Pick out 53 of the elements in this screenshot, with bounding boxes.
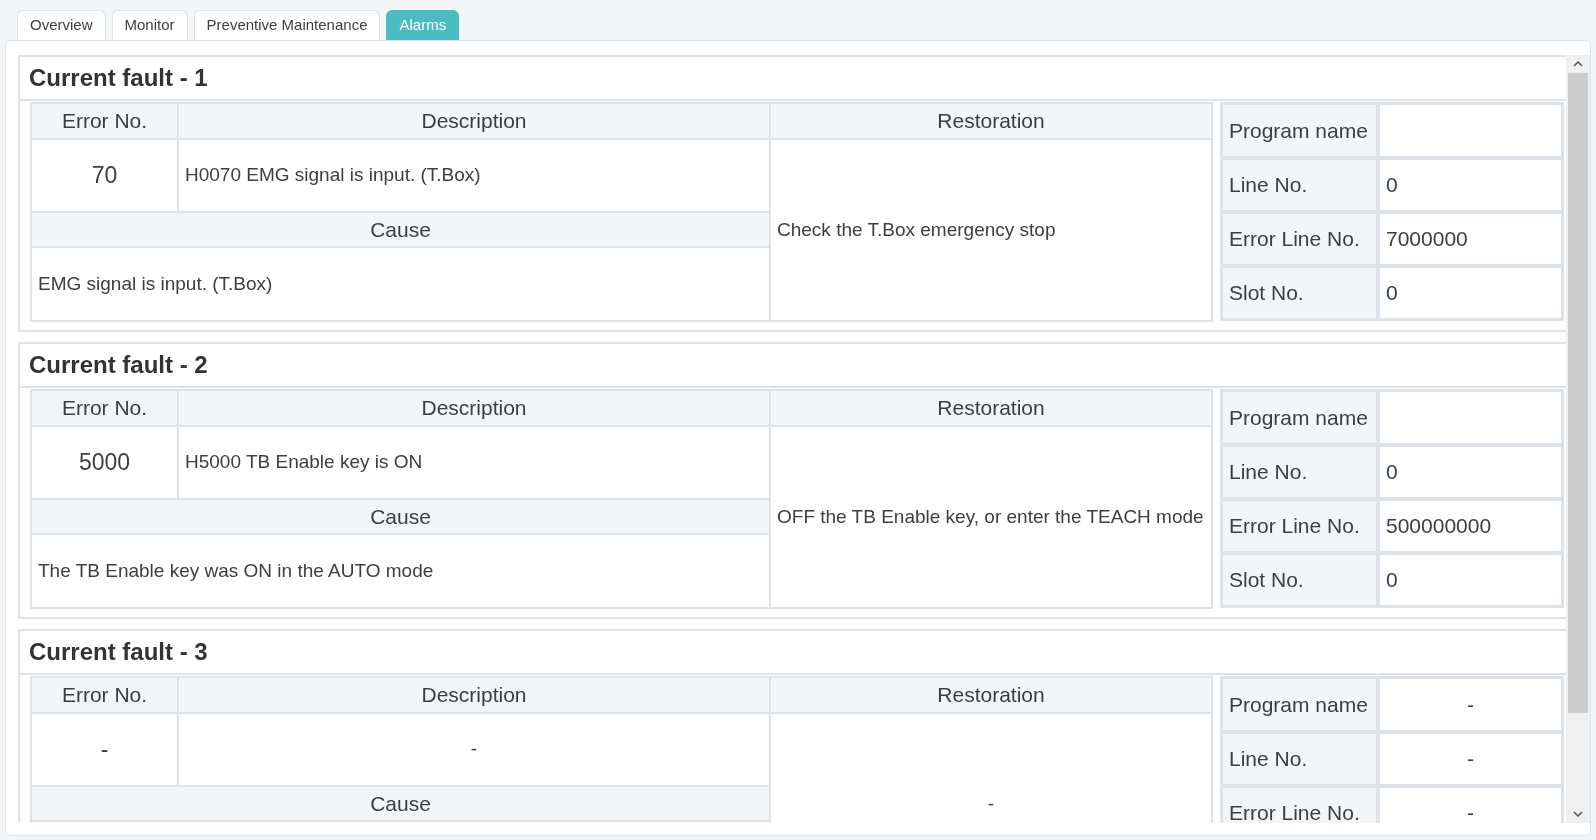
- detail-label: Line No.: [1221, 158, 1378, 212]
- scroll-down-icon[interactable]: [1573, 811, 1583, 817]
- tab[interactable]: Preventive Maintenance: [193, 10, 381, 40]
- cause-cell: The TB Enable key was ON in the AUTO mode: [31, 534, 770, 608]
- fault-title: Current fault - 1: [20, 57, 1566, 101]
- detail-value: 0: [1378, 266, 1563, 320]
- detail-value: 0: [1378, 553, 1563, 607]
- column-header: Error No.: [31, 677, 178, 713]
- fault-title: Current fault - 3: [20, 631, 1566, 675]
- column-header: Cause: [31, 212, 770, 247]
- restoration-cell: -: [770, 713, 1212, 823]
- detail-value: 0: [1378, 158, 1563, 212]
- column-header: Cause: [31, 499, 770, 534]
- tab[interactable]: Overview: [17, 10, 106, 40]
- fault-title: Current fault - 2: [20, 344, 1566, 388]
- column-header: Restoration: [770, 390, 1212, 426]
- column-header: Error No.: [31, 103, 178, 139]
- detail-label: Line No.: [1221, 732, 1378, 786]
- detail-value: 7000000: [1378, 212, 1563, 266]
- detail-label: Slot No.: [1221, 553, 1378, 607]
- column-header: Restoration: [770, 677, 1212, 713]
- detail-value: -: [1378, 677, 1563, 732]
- scrollbar-thumb[interactable]: [1568, 73, 1588, 713]
- column-header: Description: [178, 677, 770, 713]
- detail-label: Error Line No.: [1221, 212, 1378, 266]
- column-header: Cause: [31, 786, 770, 821]
- detail-value: -: [1378, 786, 1563, 823]
- column-header: Description: [178, 103, 770, 139]
- error-number: 5000: [31, 426, 178, 499]
- detail-value: 0: [1378, 445, 1563, 499]
- description-cell: H5000 TB Enable key is ON: [178, 426, 770, 499]
- restoration-cell: OFF the TB Enable key, or enter the TEACH mode: [770, 426, 1212, 608]
- detail-label: Error Line No.: [1221, 499, 1378, 553]
- detail-value: 500000000: [1378, 499, 1563, 553]
- detail-label: Program name: [1221, 677, 1378, 732]
- tab[interactable]: Monitor: [111, 10, 188, 40]
- scrollbar[interactable]: [1566, 55, 1590, 823]
- column-header: Description: [178, 390, 770, 426]
- detail-label: Slot No.: [1221, 266, 1378, 320]
- description-cell: H0070 EMG signal is input. (T.Box): [178, 139, 770, 212]
- column-header: Restoration: [770, 103, 1212, 139]
- detail-label: Line No.: [1221, 445, 1378, 499]
- description-cell: -: [178, 713, 770, 786]
- detail-label: Program name: [1221, 103, 1378, 158]
- cause-cell: EMG signal is input. (T.Box): [31, 247, 770, 321]
- detail-value: -: [1378, 732, 1563, 786]
- restoration-cell: Check the T.Box emergency stop: [770, 139, 1212, 321]
- error-number: 70: [31, 139, 178, 212]
- detail-label: Program name: [1221, 390, 1378, 445]
- detail-label: Error Line No.: [1221, 786, 1378, 823]
- error-number: -: [31, 713, 178, 786]
- column-header: Error No.: [31, 390, 178, 426]
- scroll-up-icon[interactable]: [1573, 61, 1583, 67]
